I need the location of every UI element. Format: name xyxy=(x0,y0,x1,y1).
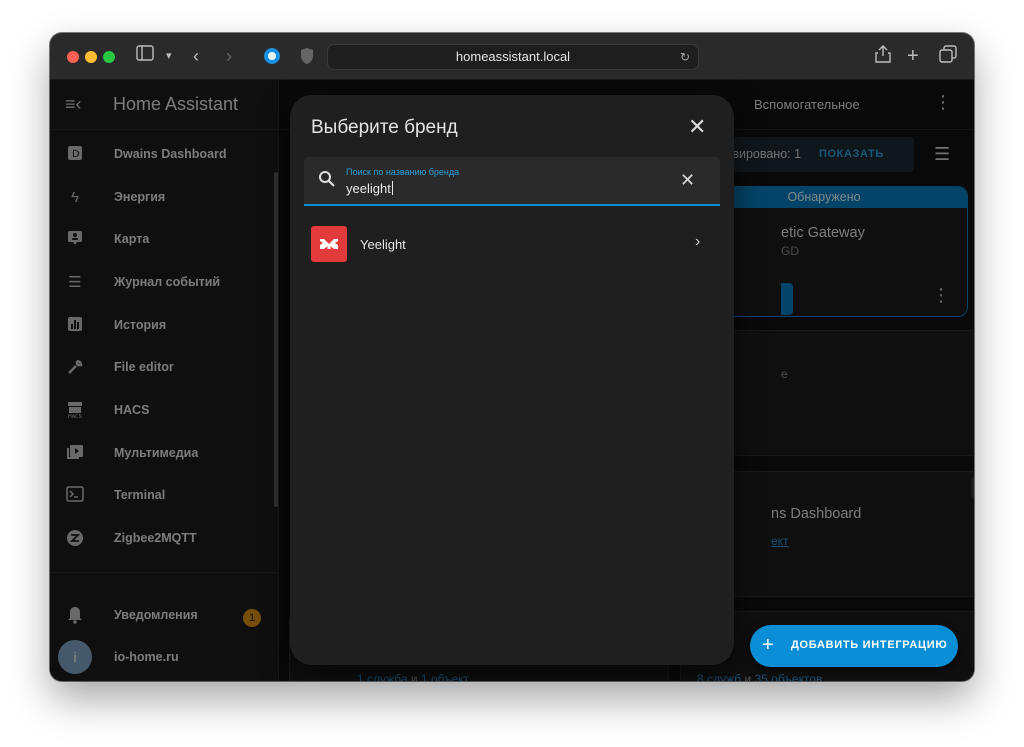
clear-search-icon[interactable]: ✕ xyxy=(680,170,695,190)
chevron-down-icon[interactable]: ▾ xyxy=(166,45,172,67)
search-value: yeelight xyxy=(346,181,393,196)
ha-extension-icon[interactable] xyxy=(263,47,281,69)
shield-icon[interactable] xyxy=(300,47,314,69)
search-placeholder-label: Поиск по названию бренда xyxy=(346,167,460,177)
browser-window: ▾ ‹ › homeassistant.local ↻ + ≡‹ Home As… xyxy=(50,33,974,681)
back-icon[interactable]: ‹ xyxy=(193,45,199,67)
home-assistant-app: ≡‹ Home Assistant D Dwains Dashboard ϟ Э… xyxy=(50,80,974,681)
chevron-right-icon: › xyxy=(695,233,701,250)
brand-list-item[interactable]: Yeelight › xyxy=(290,223,734,267)
reload-icon[interactable]: ↻ xyxy=(680,45,690,69)
add-integration-button[interactable]: + ДОБАВИТЬ ИНТЕГРАЦИЮ xyxy=(750,625,958,667)
share-icon[interactable] xyxy=(875,45,891,67)
plus-icon: + xyxy=(762,634,774,656)
minimize-window-button[interactable] xyxy=(85,51,97,63)
tab-overview-icon[interactable] xyxy=(939,45,957,67)
yeelight-logo-icon xyxy=(311,226,347,262)
browser-toolbar: ▾ ‹ › homeassistant.local ↻ + xyxy=(50,33,974,80)
choose-brand-dialog: Выберите бренд ✕ Поиск по названию бренд… xyxy=(290,95,734,665)
url-text: homeassistant.local xyxy=(455,49,571,64)
forward-icon[interactable]: › xyxy=(226,45,232,67)
search-icon xyxy=(318,170,336,188)
address-bar[interactable]: homeassistant.local ↻ xyxy=(327,44,699,70)
new-tab-icon[interactable]: + xyxy=(907,45,919,67)
close-icon[interactable]: ✕ xyxy=(688,115,706,139)
zoom-window-button[interactable] xyxy=(103,51,115,63)
add-integration-label: ДОБАВИТЬ ИНТЕГРАЦИЮ xyxy=(791,639,948,651)
brand-search-input[interactable]: Поиск по названию бренда yeelight ✕ xyxy=(304,157,720,206)
dialog-title: Выберите бренд xyxy=(311,117,458,138)
sidebar-toggle-icon[interactable] xyxy=(136,45,154,67)
close-window-button[interactable] xyxy=(67,51,79,63)
brand-name: Yeelight xyxy=(360,237,406,252)
